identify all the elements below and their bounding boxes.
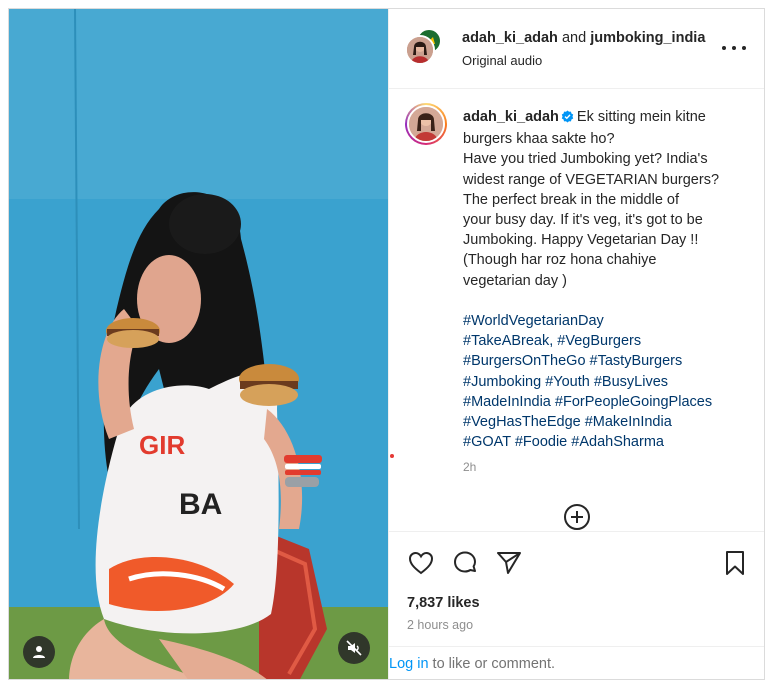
muted-speaker-icon [346,640,362,656]
bookmark-icon [726,551,744,575]
save-button[interactable] [721,549,749,577]
authors-joiner: and [561,30,587,46]
caption-line: The perfect break in the middle of [463,191,680,208]
svg-text:BA: BA [179,488,222,521]
plus-circle-icon [564,504,590,530]
likes-count[interactable]: 7,837 likes [407,595,480,611]
caption-line: Have you tried Jumboking yet? India's [463,151,708,168]
more-options-icon [722,46,726,50]
post-timestamp[interactable]: 2 hours ago [407,618,473,632]
post-sidebar: adah_ki_adah and jumboking_india Origina… [388,9,764,679]
share-button[interactable] [495,549,523,577]
svg-text:GIR: GIR [139,430,185,460]
caption-line: vegetarian day ) [463,272,567,289]
hashtag-link[interactable]: #TakeABreak, #VegBurgers [463,333,641,349]
hashtag-link[interactable]: #VegHasTheEdge #MakeInIndia [463,414,672,430]
caption-username-link[interactable]: adah_ki_adah [463,109,559,125]
caption-line: burgers khaa sakte ho? [463,131,615,148]
login-prompt: Log in to like or comment. [389,646,764,679]
caption-text: adah_ki_adah Ek sitting mein kitne burger… [463,107,753,452]
indicator-dot [390,454,394,458]
like-button[interactable] [407,549,435,577]
collaborator-username-link[interactable]: jumboking_india [590,30,705,46]
verified-badge-icon [561,109,574,129]
hashtag-link[interactable]: #WorldVegetarianDay [463,313,604,329]
instagram-embed: GIR BA adah_ki_adah and jumboking_india … [8,8,765,680]
original-audio-link[interactable]: Original audio [462,53,542,68]
user-tag-icon [33,646,45,658]
login-prompt-text: to like or comment. [428,656,556,672]
profile-photo-icon [407,37,433,63]
comment-icon [454,551,476,573]
hashtag-link[interactable]: #GOAT #Foodie #AdahSharma [463,434,664,450]
caption-line: widest range of VEGETARIAN burgers? [463,171,720,188]
caption-line: (Though har roz hona chahiye [463,252,657,269]
caption-line: Jumboking. Happy Vegetarian Day !! [463,232,699,249]
author-avatar[interactable] [405,103,447,145]
audio-toggle-button[interactable] [338,632,370,664]
more-options-icon [732,46,736,50]
load-more-comments-button[interactable] [563,503,591,531]
hashtag-link[interactable]: #MadeInIndia #ForPeopleGoingPlaces [463,394,712,410]
author-avatar-small[interactable] [405,35,435,65]
action-bar: 7,837 likes 2 hours ago [389,531,764,651]
more-options-icon [742,46,746,50]
send-icon [497,552,521,574]
heart-icon [408,551,434,575]
login-link[interactable]: Log in [389,656,429,672]
author-username-link[interactable]: adah_ki_adah [462,30,558,46]
caption-section: adah_ki_adah Ek sitting mein kitne burger… [389,90,764,531]
profile-photo-icon [409,107,443,141]
post-authors: adah_ki_adah and jumboking_india [462,30,705,46]
comment-button[interactable] [451,549,479,577]
post-video[interactable]: GIR BA [9,9,388,679]
hashtag-link[interactable]: #Jumboking #Youth #BusyLives [463,374,668,390]
more-options-button[interactable] [722,38,746,58]
video-frame-image: GIR BA [9,9,388,679]
tagged-users-button[interactable] [23,636,55,668]
hashtag-link[interactable]: #BurgersOnTheGo #TastyBurgers [463,353,682,369]
caption-line: Ek sitting mein kitne [576,109,706,125]
collab-avatars[interactable] [405,28,445,69]
caption-timestamp: 2h [463,460,477,474]
post-header: adah_ki_adah and jumboking_india Origina… [389,9,764,89]
caption-line: your busy day. If it's veg, it's got to … [463,212,703,229]
